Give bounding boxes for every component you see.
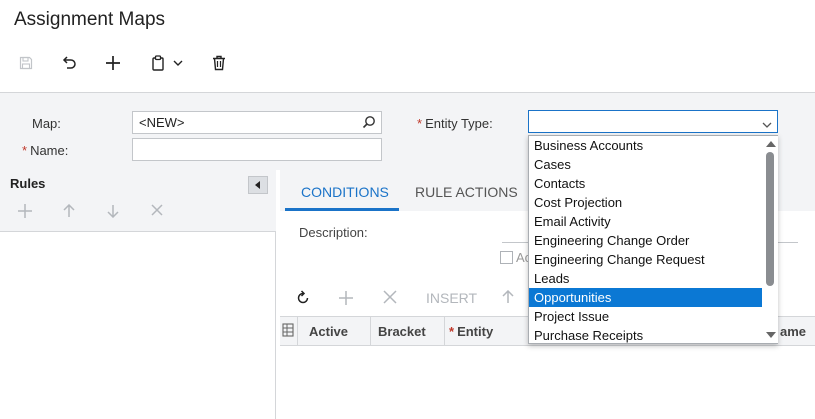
chevron-down-icon: [173, 60, 183, 66]
map-field[interactable]: <NEW>: [132, 111, 382, 134]
move-up-icon[interactable]: [63, 203, 75, 221]
entity-type-dropdown: Business Accounts Cases Contacts Cost Pr…: [528, 135, 778, 344]
main-toolbar: [0, 48, 300, 78]
refresh-icon[interactable]: [295, 290, 311, 309]
rules-panel: Rules: [0, 170, 276, 419]
entity-type-select[interactable]: [528, 110, 778, 133]
add-icon[interactable]: [103, 52, 123, 74]
trash-icon[interactable]: [210, 52, 228, 74]
tab-rule-actions[interactable]: RULE ACTIONS: [415, 184, 518, 200]
map-value: <NEW>: [139, 115, 185, 130]
active-checkbox[interactable]: [500, 251, 513, 264]
rules-header: Rules: [0, 170, 276, 232]
required-mark: *: [22, 143, 28, 158]
dropdown-option[interactable]: Leads: [529, 269, 762, 288]
add-rule-icon[interactable]: [18, 204, 32, 221]
scrollbar-thumb[interactable]: [766, 152, 774, 286]
search-icon[interactable]: [362, 115, 376, 132]
add-condition-icon[interactable]: [338, 290, 354, 309]
active-tab-indicator: [285, 208, 399, 211]
delete-rule-icon[interactable]: [151, 204, 163, 219]
insert-button[interactable]: INSERT: [426, 290, 477, 306]
dropdown-option[interactable]: Cost Projection: [529, 193, 762, 212]
clipboard-icon[interactable]: [146, 52, 188, 74]
column-entity[interactable]: * Entity: [449, 324, 493, 339]
dropdown-option[interactable]: Email Activity: [529, 212, 762, 231]
dropdown-option[interactable]: Project Issue: [529, 307, 762, 326]
required-mark: *: [417, 116, 423, 131]
map-label: Map:: [32, 116, 61, 131]
page-title: Assignment Maps: [14, 9, 166, 30]
column-brackets[interactable]: Brackets: [378, 324, 426, 339]
delete-condition-icon[interactable]: [383, 290, 397, 307]
column-name[interactable]: ame: [780, 324, 806, 339]
dropdown-option[interactable]: Purchase Receipts: [529, 326, 762, 345]
save-icon[interactable]: [17, 52, 35, 74]
required-mark: *: [449, 324, 455, 339]
name-field[interactable]: [132, 138, 382, 161]
column-active[interactable]: Active: [309, 324, 348, 339]
dropdown-option-selected[interactable]: Opportunities: [529, 288, 762, 307]
description-label: Description:: [299, 225, 368, 240]
entity-type-label: * Entity Type:: [417, 116, 493, 131]
scroll-up-icon[interactable]: [766, 141, 776, 147]
tab-conditions[interactable]: CONDITIONS: [301, 184, 389, 200]
dropdown-option[interactable]: Contacts: [529, 174, 762, 193]
collapse-left-icon[interactable]: [248, 176, 268, 194]
column-settings-icon[interactable]: [282, 323, 294, 340]
chevron-down-icon[interactable]: [762, 117, 772, 132]
move-down-icon[interactable]: [107, 204, 119, 221]
dropdown-option[interactable]: Business Accounts: [529, 136, 762, 155]
undo-icon[interactable]: [59, 52, 79, 74]
scroll-down-icon[interactable]: [766, 332, 776, 338]
name-label: * Name:: [22, 143, 69, 158]
rules-title: Rules: [10, 176, 46, 191]
dropdown-option[interactable]: Engineering Change Order: [529, 231, 762, 250]
dropdown-option[interactable]: Cases: [529, 155, 762, 174]
dropdown-option[interactable]: Engineering Change Request: [529, 250, 762, 269]
move-up-icon[interactable]: [502, 289, 514, 307]
